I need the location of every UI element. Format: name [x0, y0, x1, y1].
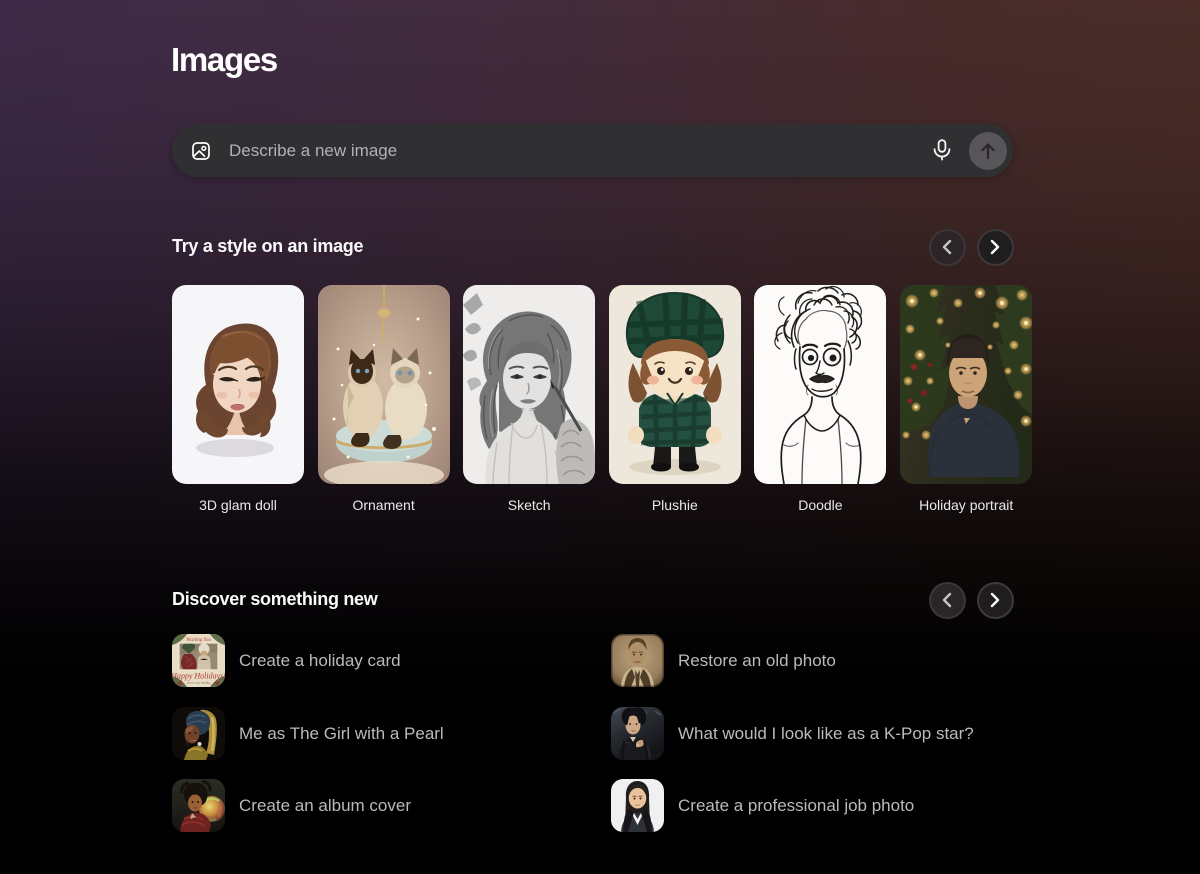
svg-text:Wishing You: Wishing You — [186, 638, 211, 643]
svg-text:Happy Holidays!: Happy Holidays! — [172, 672, 225, 681]
svg-text:from our family: from our family — [187, 681, 210, 685]
